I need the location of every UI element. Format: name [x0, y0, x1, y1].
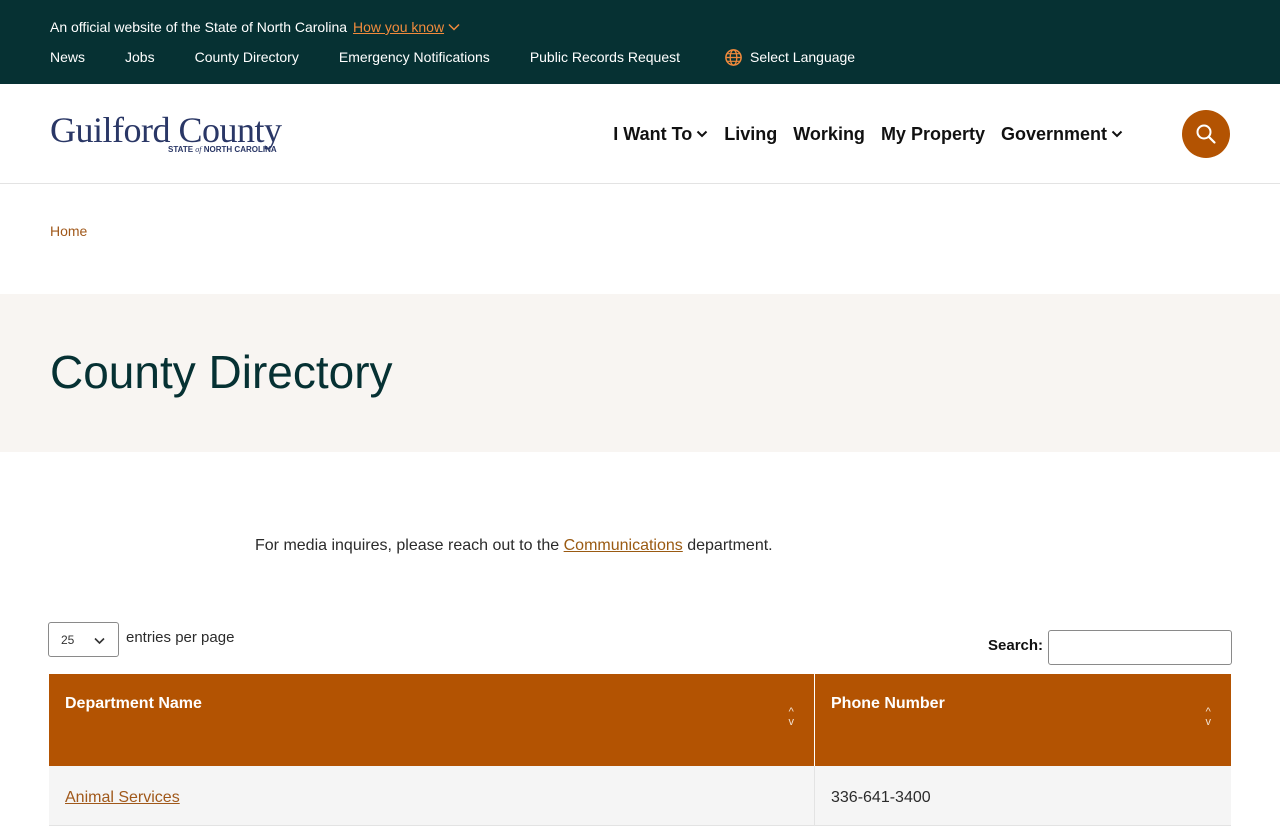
table-row: Animal Services 336-641-3400	[49, 766, 1231, 826]
site-logo[interactable]: Guilford County STATE of NORTH CAROLINA	[50, 112, 302, 158]
sort-icon: ^ v	[1205, 706, 1212, 728]
nav-item-my-property[interactable]: My Property	[881, 122, 985, 146]
main-nav: I Want To Living Working My Property Gov…	[613, 122, 1123, 146]
sort-icon: ^ v	[788, 706, 795, 728]
nav-item-label: Living	[724, 124, 778, 144]
intro-text: For media inquires, please reach out to …	[255, 535, 773, 557]
utility-link-county-directory[interactable]: County Directory	[195, 47, 299, 67]
select-language-button[interactable]: Select Language	[724, 47, 855, 67]
how-you-know-toggle[interactable]: How you know	[353, 17, 460, 37]
official-notice: An official website of the State of Nort…	[50, 17, 460, 37]
page-title: County Directory	[50, 346, 393, 398]
column-header-label: Phone Number	[831, 695, 945, 712]
search-icon	[1196, 124, 1216, 144]
nav-item-living[interactable]: Living	[724, 122, 777, 146]
entries-per-page-label: entries per page	[126, 629, 235, 646]
nav-item-label: My Property	[880, 124, 985, 144]
utility-nav: News Jobs County Directory Emergency Not…	[50, 47, 855, 67]
table-search-input[interactable]	[1048, 630, 1232, 665]
nav-item-label: Working	[793, 124, 865, 144]
official-text: An official website of the State of Nort…	[50, 19, 348, 35]
chevron-down-icon	[94, 637, 105, 645]
logo-sub-state: STATE	[168, 145, 194, 154]
nav-item-working[interactable]: Working	[793, 122, 865, 146]
phone-cell: 336-641-3400	[831, 789, 931, 806]
chevron-down-icon	[1111, 130, 1123, 138]
column-header-department-name[interactable]: Department Name ^ v	[49, 674, 815, 766]
column-header-phone-number[interactable]: Phone Number ^ v	[815, 674, 1231, 766]
logo-subtitle: STATE of NORTH CAROLINA	[168, 145, 277, 154]
site-search-button[interactable]	[1182, 110, 1230, 158]
department-cell: Animal Services	[49, 766, 815, 825]
title-band: County Directory	[0, 294, 1280, 452]
communications-link[interactable]: Communications	[564, 537, 683, 554]
intro-before: For media inquires, please reach out to …	[255, 537, 564, 554]
nav-item-i-want-to[interactable]: I Want To	[613, 122, 708, 146]
globe-icon	[725, 48, 742, 66]
logo-sub-nc: NORTH CAROLINA	[203, 145, 277, 154]
chevron-down-icon	[448, 23, 460, 31]
entries-per-page-select[interactable]: 25	[48, 622, 119, 657]
breadcrumb-home[interactable]: Home	[50, 221, 87, 241]
nav-item-label: Government	[1000, 124, 1107, 144]
select-language-label: Select Language	[750, 49, 856, 65]
chevron-down-icon	[697, 130, 708, 138]
how-you-know-label: How you know	[353, 19, 445, 35]
column-header-label: Department Name	[65, 695, 202, 712]
site-header: Guilford County STATE of NORTH CAROLINA …	[0, 84, 1280, 184]
logo-wordmark: Guilford County	[50, 110, 282, 150]
intro-after: department.	[682, 537, 773, 554]
utility-link-public-records-request[interactable]: Public Records Request	[530, 47, 680, 67]
utility-link-jobs[interactable]: Jobs	[125, 47, 155, 67]
top-banner: An official website of the State of Nort…	[0, 0, 1280, 84]
utility-link-news[interactable]: News	[50, 47, 85, 67]
directory-table: Department Name ^ v Phone Number ^ v Anima…	[49, 674, 1231, 826]
entries-per-page-value: 25	[61, 632, 75, 647]
nav-item-label: I Want To	[613, 124, 693, 144]
nav-item-government[interactable]: Government	[1001, 122, 1123, 146]
logo-sub-of: of	[195, 145, 202, 154]
department-link[interactable]: Animal Services	[65, 789, 180, 806]
utility-link-emergency-notifications[interactable]: Emergency Notifications	[339, 47, 490, 67]
table-header: Department Name ^ v Phone Number ^ v	[49, 674, 1231, 766]
table-search-label: Search:	[988, 637, 1044, 654]
